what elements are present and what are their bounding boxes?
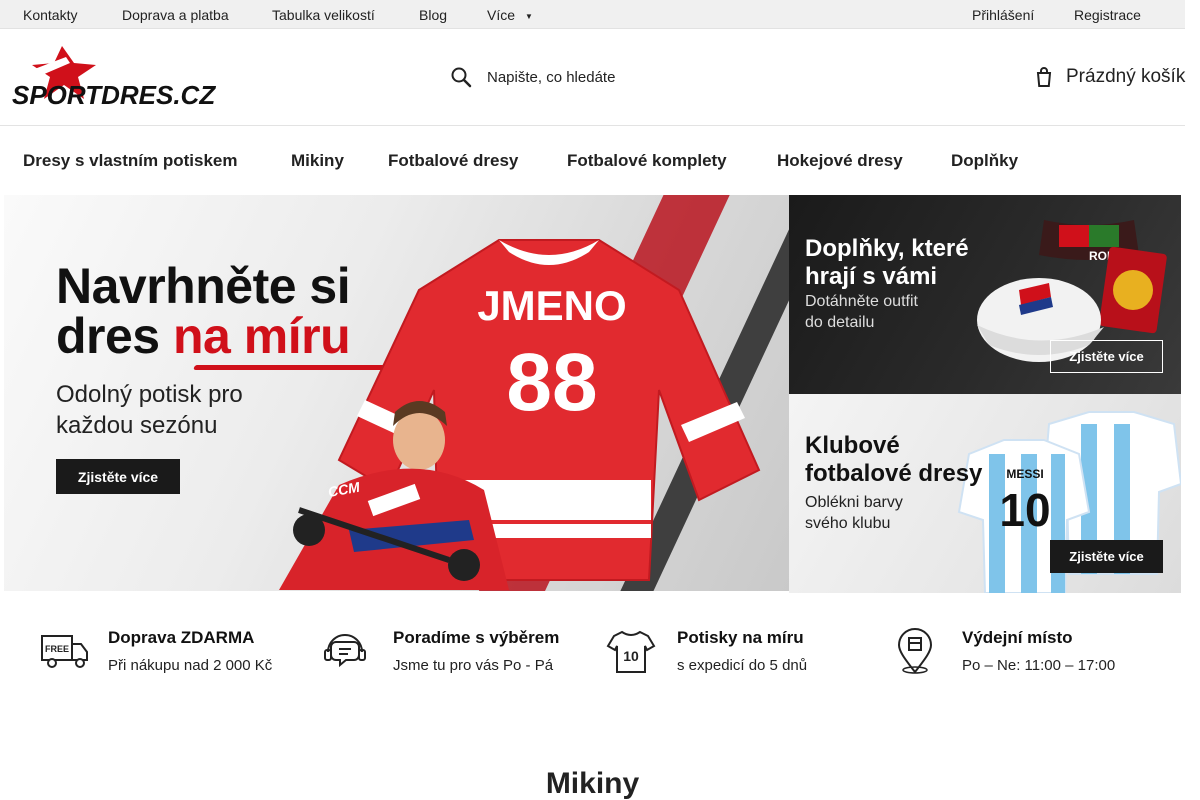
benefit-free-shipping: FREE Doprava ZDARMA Při nákupu nad 2 000… [40,620,300,680]
club-jerseys-cta-button[interactable]: Zjistěte více [1050,540,1163,573]
topbar-more-label: Více [487,7,516,23]
login-link[interactable]: Přihlášení [972,7,1034,23]
search-box[interactable]: Napište, co hledáte [450,62,615,92]
topbar-link-kontakty[interactable]: Kontakty [23,7,77,23]
accessories-text: Dotáhněte outfit do detailu [805,293,918,331]
benefit-title: Poradíme s výběrem [393,628,560,647]
location-icon [897,628,933,674]
hockey-jersey-illustration: JMENO 88 CCM [279,239,761,590]
club-jersey-name: MESSI [1006,467,1043,481]
benefit-text: Po – Ne: 11:00 – 17:00 [962,657,1116,674]
category-custom-print[interactable]: Dresy s vlastním potiskem [23,151,237,171]
accessories-title: Doplňky, které hrají s vámi [805,235,969,290]
jersey-name: JMENO [477,282,626,329]
chevron-down-icon: ▼ [525,12,533,21]
category-hockey-jerseys[interactable]: Hokejové dresy [777,151,903,171]
site-logo[interactable]: SPORTDRES.CZ [4,43,244,107]
benefit-pickup-point: Výdejní místo Po – Ne: 11:00 – 17:00 [890,620,1150,680]
hero-banner[interactable]: Navrhněte si dres na míru Odolný potisk … [4,195,789,591]
hero-cta-button[interactable]: Zjistěte více [56,459,180,494]
benefit-advice: Poradíme s výběrem Jsme tu pro vás Po - … [322,620,592,680]
club-jersey-number: 10 [999,484,1050,536]
jersey-icon-label: 10 [623,648,639,664]
benefits-strip: FREE Doprava ZDARMA Při nákupu nad 2 000… [0,620,1185,690]
benefit-title: Výdejní místo [962,628,1073,647]
hero-title-line2a: dres [56,308,174,364]
truck-icon: FREE [41,635,88,668]
support-icon [324,634,366,668]
accessories-cta-button[interactable]: Zjistěte více [1050,340,1163,373]
club-jerseys-title: Klubové fotbalové dresy [805,432,983,487]
benefit-custom-print: 10 Potisky na míru s expedicí do 5 dnů [606,620,866,680]
benefit-text: Při nákupu nad 2 000 Kč [108,657,273,674]
benefit-title: Doprava ZDARMA [108,628,255,647]
benefit-text: s expedicí do 5 dnů [677,657,808,674]
jersey-icon: 10 [606,630,656,673]
topbar-link-blog[interactable]: Blog [419,7,447,23]
section-title: Mikiny [545,767,640,800]
search-icon[interactable] [450,66,472,88]
club-jerseys-banner[interactable]: MESSI 10 Klubové fotbalové dresy Oblékni… [789,394,1181,593]
cart-icon [1036,67,1052,87]
topbar-link-doprava[interactable]: Doprava a platba [122,7,229,23]
cart-label: Prázdný košík [1066,66,1186,87]
topbar-link-tabulka[interactable]: Tabulka velikostí [272,7,375,23]
register-link[interactable]: Registrace [1074,7,1141,23]
club-jerseys-text: Oblékni barvy svého klubu [805,494,903,532]
top-bar: Kontakty Doprava a platba Tabulka veliko… [0,0,1185,29]
logo-text: SPORTDRES.CZ [12,80,216,107]
benefit-title: Potisky na míru [677,628,804,647]
category-nav: Dresy s vlastním potiskem Mikiny Fotbalo… [0,126,1185,195]
search-input[interactable]: Napište, co hledáte [487,69,615,86]
site-header: SPORTDRES.CZ Napište, co hledáte Prázdný… [0,29,1185,126]
jersey-number: 88 [506,337,597,428]
category-accessories[interactable]: Doplňky [951,151,1018,171]
category-football-kits[interactable]: Fotbalové komplety [567,151,727,171]
topbar-more-menu[interactable]: Více ▼ [487,7,533,23]
benefit-text: Jsme tu pro vás Po - Pá [393,657,554,674]
truck-icon-label: FREE [45,644,69,654]
category-mikiny[interactable]: Mikiny [291,151,344,171]
cart-button[interactable]: Prázdný košík [1034,62,1185,92]
category-football-jerseys[interactable]: Fotbalové dresy [388,151,518,171]
accessories-banner[interactable]: RONALDO Doplňky, které hrají s vámi Dotá… [789,195,1181,394]
